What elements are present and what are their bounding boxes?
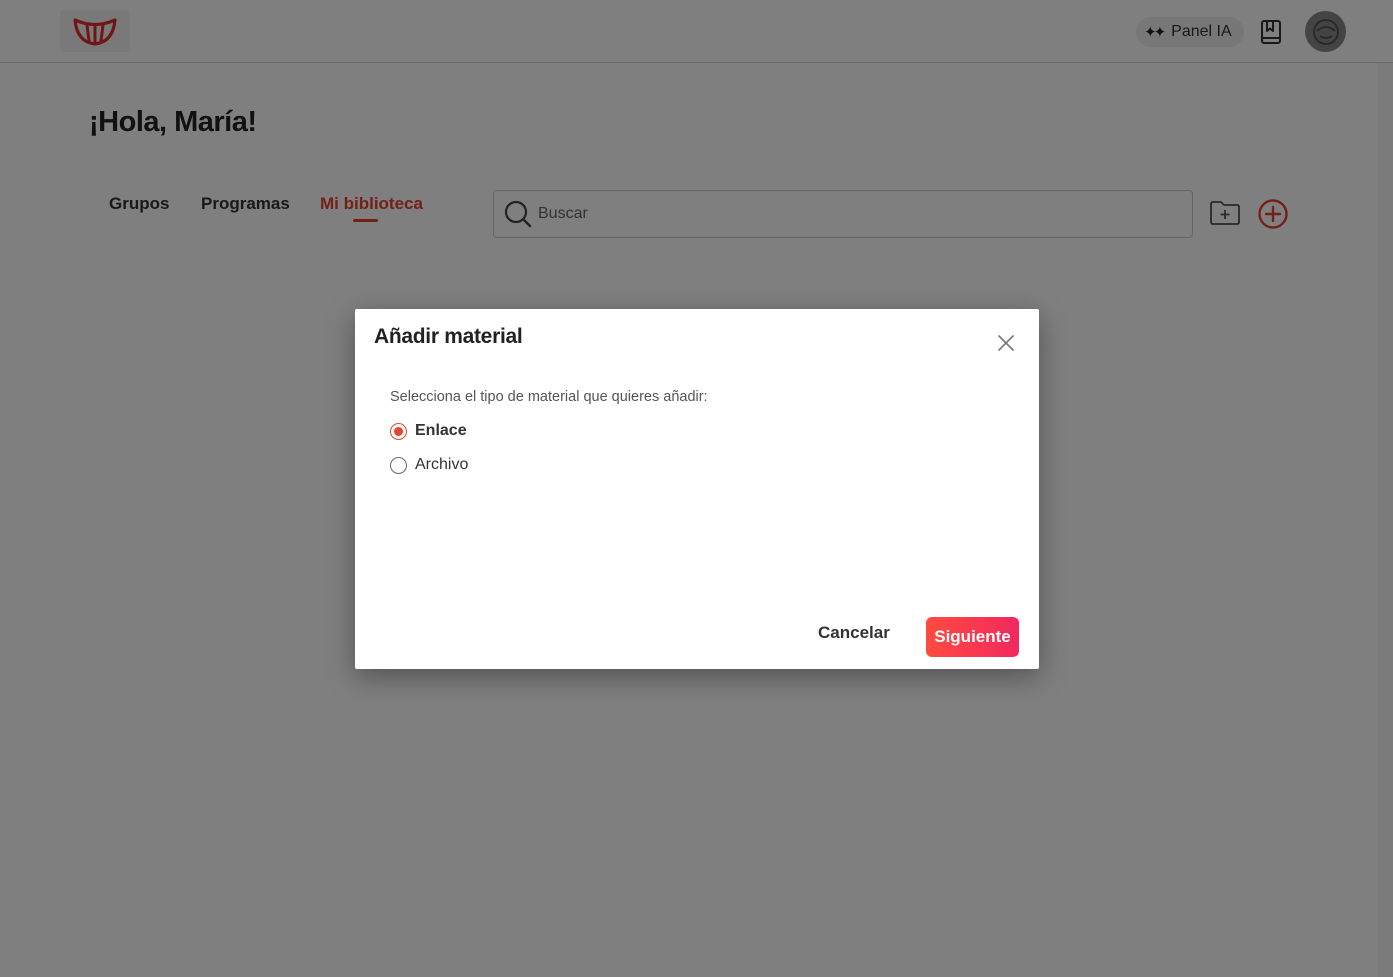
- dialog-close-button[interactable]: [994, 331, 1018, 355]
- add-material-dialog: Añadir material Selecciona el tipo de ma…: [355, 309, 1039, 669]
- page-scrollbar-track: [1378, 63, 1393, 977]
- dialog-title: Añadir material: [374, 325, 523, 348]
- option-enlace-label: Enlace: [415, 422, 467, 439]
- radio-enlace[interactable]: [390, 422, 407, 440]
- cancel-button[interactable]: Cancelar: [818, 623, 890, 643]
- radio-archivo[interactable]: [390, 456, 407, 474]
- material-type-prompt: Selecciona el tipo de material que quier…: [390, 389, 708, 405]
- close-icon: [998, 335, 1014, 351]
- next-button[interactable]: Siguiente: [926, 617, 1019, 657]
- option-archivo-label: Archivo: [415, 456, 469, 473]
- option-archivo[interactable]: Archivo: [390, 456, 468, 474]
- option-enlace[interactable]: Enlace: [390, 422, 467, 440]
